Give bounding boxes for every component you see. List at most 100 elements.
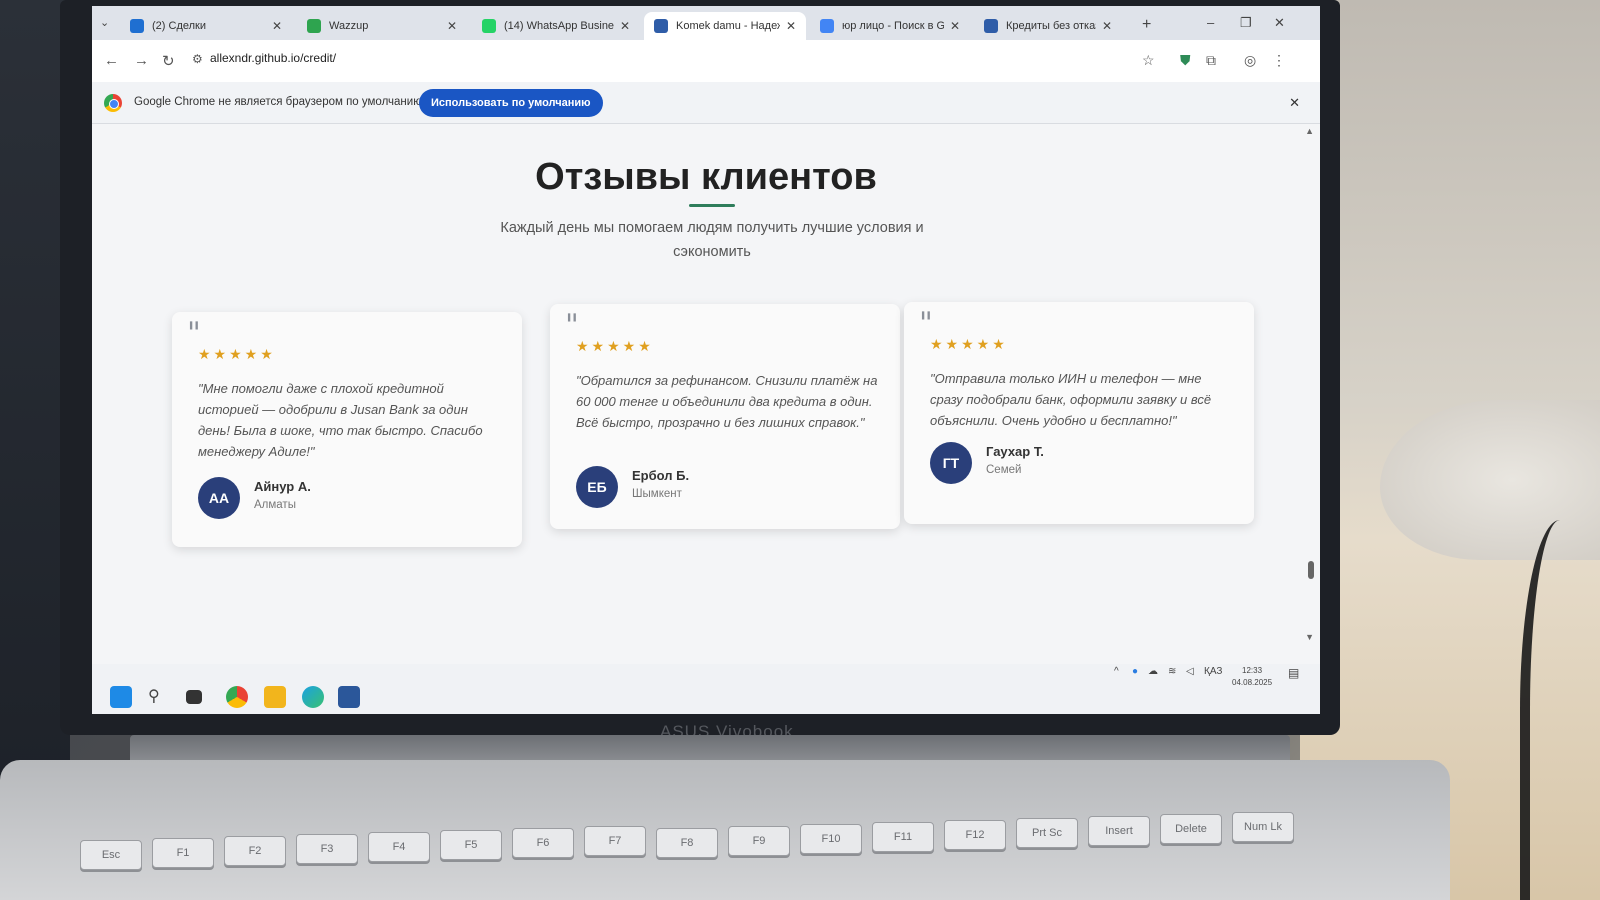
tab-label: юр лицо - Поиск в Google [842, 20, 944, 32]
reviewer-name: Гаухар Т. [986, 444, 1044, 459]
key-11: F11 [872, 822, 934, 852]
restore-icon[interactable]: ❐ [1240, 15, 1252, 31]
key-10: F10 [800, 824, 862, 854]
key-1: F1 [152, 838, 214, 868]
page-subtitle: Каждый день мы помогаем людям получить л… [500, 220, 924, 260]
menu-icon[interactable]: ⋮ [1272, 52, 1286, 69]
key-9: F9 [728, 826, 790, 856]
infobar-message: Google Chrome не является браузером по у… [134, 96, 426, 108]
shield-extension-icon[interactable]: ⛊ [1180, 52, 1191, 69]
wifi-icon[interactable]: ≋ [1168, 666, 1176, 677]
scroll-thumb[interactable] [1308, 561, 1314, 579]
key-4: F4 [368, 832, 430, 862]
key-12: F12 [944, 820, 1006, 850]
scroll-up-icon[interactable]: ▲ [1305, 126, 1314, 136]
star-rating: ★★★★★ [198, 346, 276, 362]
close-window-icon[interactable]: ✕ [1274, 15, 1285, 31]
tab-label: Wazzup [329, 20, 369, 32]
extensions-icon[interactable]: ⧉ [1206, 52, 1216, 69]
keyboard: Esc F1 F2 F3 F4 F5 F6 F7 F8 F9 F10 F11 F12 Prt Sc Inse… [80, 800, 1400, 900]
key-5: F5 [440, 830, 502, 860]
infobar-close-icon[interactable]: ✕ [1289, 95, 1300, 111]
star-rating: ★★★★★ [930, 336, 1008, 352]
site-icon [654, 19, 668, 33]
tab-5[interactable]: юр лицо - Поиск в Google ✕ [810, 12, 970, 40]
tab-close-icon[interactable]: ✕ [950, 19, 960, 33]
minimize-icon[interactable]: – [1207, 15, 1214, 30]
tab-bar: ⌄ (2) Сделки ✕ Wazzup ✕ (14) WhatsApp Busine… [92, 6, 1320, 40]
file-explorer-icon[interactable] [264, 686, 286, 708]
key-16: Num Lk [1232, 812, 1294, 842]
scrollbar[interactable]: ▲ ▼ [1300, 124, 1320, 664]
tab-label: Komek damu - Надежное [676, 20, 780, 32]
tab-close-icon[interactable]: ✕ [786, 19, 796, 33]
review-text: "Обратился за рефинансом. Снизили платёж… [576, 373, 878, 430]
tab-4[interactable]: Komek damu - Надежное ✕ [644, 12, 806, 40]
reviewer-name: Айнур А. [254, 479, 311, 494]
key-2: F2 [224, 836, 286, 866]
star-rating: ★★★★★ [576, 338, 654, 354]
reviewer-city: Семей [986, 464, 1022, 476]
review-card: " ★★★★★ "Обратился за рефинансом. Снизили … [550, 304, 900, 529]
language-indicator[interactable]: ҚАЗ [1204, 666, 1222, 677]
set-default-button[interactable]: Использовать по умолчанию [419, 89, 603, 117]
site-icon [984, 19, 998, 33]
tray-expand-icon[interactable]: ^ [1114, 666, 1119, 677]
tab-search-button[interactable]: ⌄ [100, 16, 109, 29]
word-icon[interactable] [338, 686, 360, 708]
clock-date[interactable]: 04.08.2025 [1232, 678, 1272, 687]
location-icon[interactable]: ● [1132, 666, 1138, 677]
page-content: Отзывы клиентов Каждый день мы помогаем … [92, 124, 1300, 664]
key-0: Esc [80, 840, 142, 870]
cloud-tray-icon[interactable]: ☁ [1148, 666, 1158, 677]
reviewer-name: Ербол Б. [632, 468, 690, 483]
power-cable [1520, 520, 1600, 900]
taskbar: ^ ● ☁ ≋ ◁ ҚАЗ 12:33 04.08.2025 ▤ ⚲ [92, 664, 1320, 714]
search-icon[interactable]: ⚲ [148, 686, 160, 706]
tab-1[interactable]: (2) Сделки ✕ [120, 12, 292, 40]
review-card: " ★★★★★ "Отправила только ИИН и телефон — … [904, 302, 1254, 524]
screen: ⌄ (2) Сделки ✕ Wazzup ✕ (14) WhatsApp Busine… [92, 6, 1320, 714]
reload-icon[interactable]: ↻ [162, 52, 175, 70]
task-view-icon[interactable] [186, 690, 202, 704]
title-underline [689, 204, 735, 207]
reviewer-city: Алматы [254, 499, 296, 511]
edge-icon[interactable] [302, 686, 324, 708]
chrome-logo-icon [104, 94, 122, 112]
tab-3[interactable]: (14) WhatsApp Business ✕ [472, 12, 640, 40]
whatsapp-icon [482, 19, 496, 33]
cloud-icon [130, 19, 144, 33]
new-tab-button[interactable]: + [1142, 16, 1151, 34]
address-bar[interactable]: allexndr.github.io/credit/ [210, 51, 336, 65]
profile-icon[interactable]: ◎ [1244, 52, 1256, 69]
wazzup-icon [307, 19, 321, 33]
tab-label: (14) WhatsApp Business [504, 20, 614, 32]
tab-close-icon[interactable]: ✕ [620, 19, 630, 33]
notifications-icon[interactable]: ▤ [1288, 666, 1299, 680]
reviewer-city: Шымкент [632, 488, 682, 500]
avatar: АА [198, 477, 240, 519]
tab-close-icon[interactable]: ✕ [447, 19, 457, 33]
windows-start-icon[interactable] [110, 686, 132, 708]
key-13: Prt Sc [1016, 818, 1078, 848]
tab-close-icon[interactable]: ✕ [272, 19, 282, 33]
default-browser-infobar: Google Chrome не является браузером по у… [92, 82, 1320, 124]
key-8: F8 [656, 828, 718, 858]
review-text: "Мне помогли даже с плохой кредитной ист… [198, 381, 483, 459]
tab-label: Кредиты без отказа в Каз [1006, 20, 1096, 32]
scroll-down-icon[interactable]: ▼ [1305, 632, 1314, 642]
tab-close-icon[interactable]: ✕ [1102, 19, 1112, 33]
tab-6[interactable]: Кредиты без отказа в Каз ✕ [974, 12, 1122, 40]
key-3: F3 [296, 834, 358, 864]
bookmark-star-icon[interactable]: ☆ [1142, 52, 1155, 69]
avatar: ЕБ [576, 466, 618, 508]
site-settings-icon[interactable]: ⚙ [192, 52, 203, 66]
review-card: " ★★★★★ "Мне помогли даже с плохой кредитн… [172, 312, 522, 547]
clock-time[interactable]: 12:33 [1242, 666, 1262, 675]
browser-toolbar: ← → ↻ ⚙ allexndr.github.io/credit/ ☆ ⛊ ⧉… [92, 40, 1320, 82]
back-icon[interactable]: ← [104, 52, 119, 69]
chrome-taskbar-icon[interactable] [226, 686, 248, 708]
forward-icon[interactable]: → [134, 52, 149, 69]
tab-2[interactable]: Wazzup ✕ [297, 12, 467, 40]
volume-icon[interactable]: ◁ [1186, 666, 1194, 677]
